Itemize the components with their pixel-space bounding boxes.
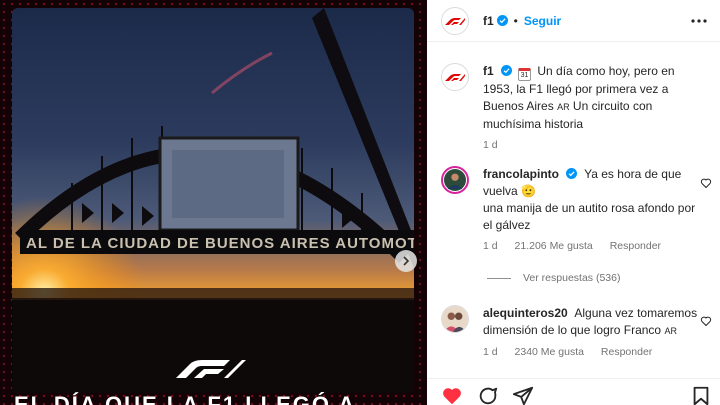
comments-list[interactable]: f1 31 Un día como hoy, pero en 1953, la … — [427, 43, 720, 363]
comment-time[interactable]: 1 d — [483, 346, 498, 358]
heart-icon[interactable] — [441, 385, 463, 405]
f1-avatar-icon — [445, 17, 465, 25]
comment-likes[interactable]: 2340 Me gusta — [515, 346, 584, 358]
verified-badge-icon — [566, 168, 578, 179]
verified-badge-icon — [500, 65, 512, 76]
post-actions-bar — [427, 378, 720, 405]
header-separator: • — [513, 13, 518, 28]
heart-icon[interactable] — [700, 315, 712, 327]
f1-avatar-icon — [445, 74, 465, 81]
calendar-day: 31 — [520, 72, 529, 79]
comment-meta: 1 d 2340 Me gusta Responder — [483, 346, 707, 358]
reply-button[interactable]: Responder — [601, 346, 652, 358]
comment-username[interactable]: francolapinto — [483, 167, 559, 181]
follow-button[interactable]: Seguir — [524, 14, 561, 28]
comment-item: francolapinto Ya es hora de que vuelva 🫡… — [441, 166, 711, 252]
send-icon[interactable] — [512, 385, 534, 405]
verified-badge-icon — [496, 15, 508, 26]
view-replies-label: Ver respuestas (536) — [523, 272, 621, 284]
comment-item: alequinteros20 Alguna vez tomaremos dime… — [441, 305, 711, 358]
comment-text: alequinteros20 Alguna vez tomaremos dime… — [483, 305, 707, 340]
user-avatar-icon — [444, 169, 466, 191]
caption-time[interactable]: 1 d — [483, 139, 498, 151]
avatar[interactable] — [441, 6, 469, 35]
next-photo-button[interactable] — [395, 250, 417, 272]
post-header: f1 • Seguir — [427, 0, 720, 42]
chevron-right-icon — [403, 256, 410, 266]
sign-text: AL DE LA CIUDAD DE BUENOS AIRES AUTOMOTO… — [26, 235, 414, 252]
caption-meta: 1 d — [483, 139, 707, 151]
more-horizontal-icon[interactable] — [690, 12, 708, 30]
comment-time[interactable]: 1 d — [483, 240, 498, 252]
header-username[interactable]: f1 — [483, 14, 494, 28]
bookmark-icon[interactable] — [690, 385, 712, 405]
f1-logo — [174, 358, 246, 385]
avatar[interactable] — [441, 166, 469, 194]
reply-button[interactable]: Responder — [610, 240, 661, 252]
divider-line — [487, 277, 511, 279]
caption-text: f1 31 Un día como hoy, pero en 1953, la … — [483, 63, 707, 133]
comment-body-line2: una manija de un autito rosa afondo por … — [483, 201, 696, 232]
avatar[interactable] — [441, 305, 469, 333]
caption: f1 31 Un día como hoy, pero en 1953, la … — [441, 63, 711, 151]
flag-ar: AR — [664, 326, 677, 336]
avatar[interactable] — [441, 63, 469, 91]
media-bottom-text: EL DÍA QUE LA F1 LLEGÓ A — [14, 392, 357, 405]
comment-meta: 1 d 21.206 Me gusta Responder — [483, 240, 707, 252]
user-avatar-icon — [442, 306, 468, 332]
flag-ar: AR — [557, 102, 570, 112]
post-media: AL DE LA CIUDAD DE BUENOS AIRES AUTOMOTO… — [0, 0, 427, 405]
calendar-icon: 31 — [518, 68, 532, 81]
comment-icon[interactable] — [477, 385, 499, 405]
heart-icon[interactable] — [700, 177, 712, 189]
sunset-arch-photo: AL DE LA CIUDAD DE BUENOS AIRES AUTOMOTO… — [12, 8, 414, 393]
comment-text: francolapinto Ya es hora de que vuelva 🫡… — [483, 166, 707, 234]
post-side-panel: f1 • Seguir f1 31 Un día como hoy, pero … — [427, 0, 720, 405]
caption-username[interactable]: f1 — [483, 64, 494, 78]
comment-username[interactable]: alequinteros20 — [483, 306, 568, 320]
view-replies-button[interactable]: Ver respuestas (536) — [487, 272, 620, 284]
comment-likes[interactable]: 21.206 Me gusta — [515, 240, 593, 252]
post-photo[interactable]: AL DE LA CIUDAD DE BUENOS AIRES AUTOMOTO… — [12, 8, 414, 393]
